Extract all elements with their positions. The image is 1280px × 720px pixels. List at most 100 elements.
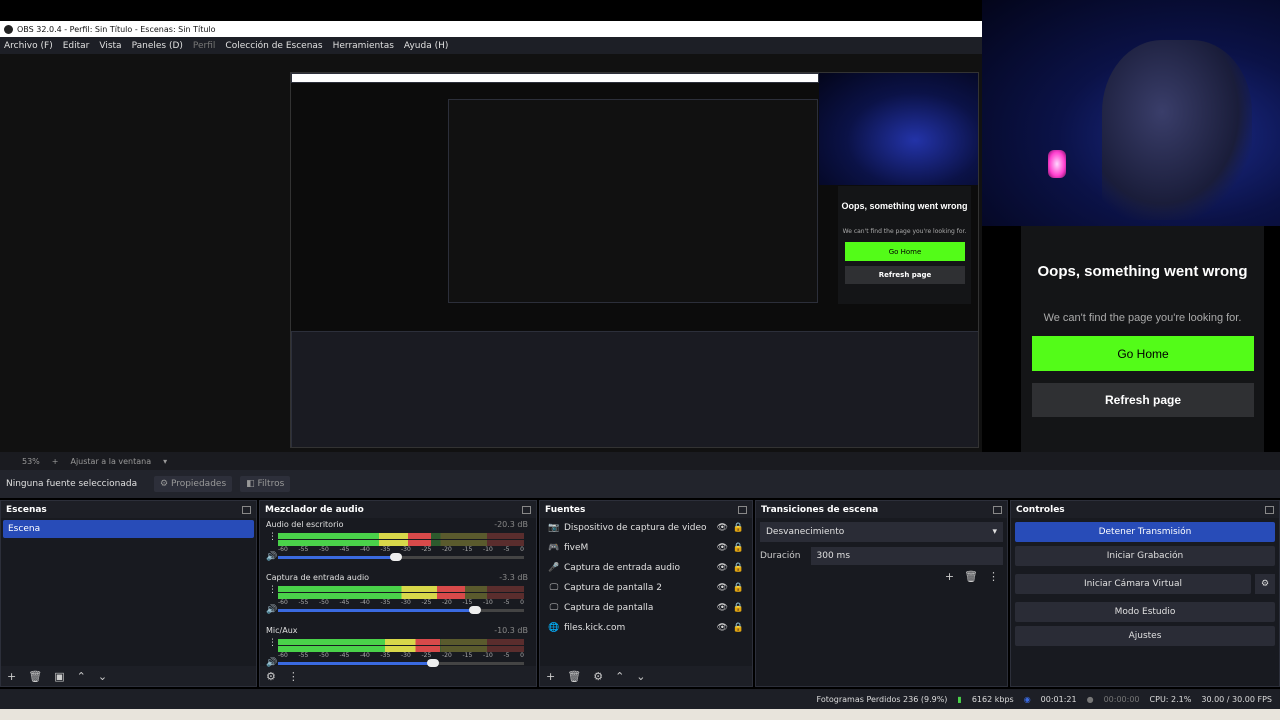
trash-icon[interactable]: 🗑 — [28, 670, 42, 683]
source-item[interactable]: 🖵 Captura de pantalla 👁 🔒 — [540, 598, 752, 618]
menu-editar[interactable]: Editar — [63, 41, 90, 51]
float-icon[interactable] — [522, 505, 531, 514]
add-icon[interactable]: + — [7, 670, 16, 683]
float-icon[interactable] — [242, 505, 251, 514]
controls-body: Detener Transmisión Iniciar Grabación In… — [1011, 518, 1279, 686]
tick-label: -30 — [401, 599, 411, 606]
source-item[interactable]: 🌐 files.kick.com 👁 🔒 — [540, 618, 752, 638]
speaker-icon[interactable]: 🔊 — [266, 605, 277, 615]
menu-archivo[interactable]: Archivo (F) — [4, 41, 53, 51]
menu-vista[interactable]: Vista — [99, 41, 121, 51]
nested-error-message: We can't find the page you're looking fo… — [842, 228, 967, 235]
filters-label: Filtros — [257, 479, 285, 489]
zoom-level[interactable]: 53% — [22, 457, 40, 466]
mixer-settings-icon[interactable]: ⚙ — [266, 670, 276, 683]
gear-icon[interactable]: ⚙ — [593, 670, 603, 683]
menu-bar: Archivo (F) Editar Vista Paneles (D) Per… — [0, 37, 982, 54]
trash-icon[interactable]: 🗑 — [567, 670, 581, 683]
channel-menu-icon[interactable]: ⋮ — [268, 585, 277, 595]
eye-icon[interactable]: 👁 — [717, 623, 728, 633]
start-virtual-camera-button[interactable]: Iniciar Cámara Virtual — [1015, 574, 1251, 594]
float-icon[interactable] — [738, 505, 747, 514]
scenes-toolbar: + 🗑 ▣ ⌃ ⌄ — [1, 666, 256, 686]
menu-perfil[interactable]: Perfil — [193, 41, 216, 51]
gear-icon[interactable]: ⚙ — [1255, 574, 1275, 594]
menu-ayuda[interactable]: Ayuda (H) — [404, 41, 448, 51]
tick-label: -50 — [319, 546, 329, 553]
mixer-menu-icon[interactable]: ⋮ — [288, 670, 299, 683]
menu-coleccion[interactable]: Colección de Escenas — [225, 41, 322, 51]
tick-label: -5 — [503, 546, 510, 553]
zoom-plus-icon[interactable]: + — [52, 457, 59, 466]
float-icon[interactable] — [1265, 505, 1274, 514]
eye-icon[interactable]: 👁 — [717, 583, 728, 593]
source-item[interactable]: 🎮 fiveM 👁 🔒 — [540, 538, 752, 558]
transitions-body: Desvanecimiento ▾ Duración 300 ms + 🗑 ⋮ — [756, 518, 1007, 686]
volume-slider[interactable] — [278, 553, 524, 561]
eye-icon[interactable]: 👁 — [717, 563, 728, 573]
volume-knob[interactable] — [390, 553, 403, 561]
source-item[interactable]: 🎤 Captura de entrada audio 👁 🔒 — [540, 558, 752, 578]
filter-icon[interactable]: ▣ — [54, 670, 64, 683]
tick-label: -10 — [483, 652, 493, 659]
stream-time: 00:01:21 — [1040, 694, 1077, 704]
add-icon[interactable]: + — [546, 670, 555, 683]
volume-slider[interactable] — [278, 606, 524, 614]
trash-icon[interactable]: 🗑 — [964, 570, 978, 583]
tick-label: -45 — [339, 599, 350, 606]
volume-fill — [278, 556, 397, 559]
eye-icon[interactable]: 👁 — [717, 543, 728, 553]
zoom-dropdown-icon[interactable]: ▾ — [163, 457, 167, 466]
filters-button[interactable]: ◧ Filtros — [240, 476, 291, 492]
lock-icon[interactable]: 🔒 — [733, 603, 744, 613]
start-recording-button[interactable]: Iniciar Grabación — [1015, 546, 1275, 566]
properties-button[interactable]: ⚙ Propiedades — [154, 476, 233, 492]
transition-toolbar: + 🗑 ⋮ — [945, 570, 999, 583]
add-icon[interactable]: + — [945, 570, 954, 583]
lock-icon[interactable]: 🔒 — [733, 523, 744, 533]
transition-selected: Desvanecimiento — [766, 527, 845, 537]
eye-icon[interactable]: 👁 — [717, 523, 728, 533]
source-name: Dispositivo de captura de video — [564, 523, 707, 533]
scene-item[interactable]: Escena — [3, 520, 254, 538]
level-fill — [278, 639, 441, 645]
channel-menu-icon[interactable]: ⋮ — [268, 532, 277, 542]
fps: 30.00 / 30.00 FPS — [1201, 694, 1272, 704]
up-icon[interactable]: ⌃ — [615, 670, 624, 683]
dropped-frames: Fotogramas Perdidos 236 (9.9%) — [816, 694, 948, 704]
source-item[interactable]: 🖵 Captura de pantalla 2 👁 🔒 — [540, 578, 752, 598]
volume-slider[interactable] — [278, 659, 524, 667]
up-icon[interactable]: ⌃ — [77, 670, 86, 683]
menu-paneles[interactable]: Paneles (D) — [132, 41, 183, 51]
eye-icon[interactable]: 👁 — [717, 603, 728, 613]
tick-label: -25 — [421, 599, 432, 606]
volume-fill — [278, 609, 475, 612]
channel-name: Captura de entrada audio — [266, 573, 370, 582]
fit-window-label[interactable]: Ajustar a la ventana — [70, 457, 151, 466]
tick-label: -45 — [339, 652, 350, 659]
menu-icon[interactable]: ⋮ — [988, 570, 999, 583]
lock-icon[interactable]: 🔒 — [733, 623, 744, 633]
down-icon[interactable]: ⌄ — [98, 670, 107, 683]
meter-ticks: -60 -55 -50 -45 -40 -35 -30 -25 -20 -15 -10 -5 0 — [278, 599, 524, 606]
volume-knob[interactable] — [468, 606, 481, 614]
tick-label: -60 — [278, 546, 288, 553]
studio-mode-button[interactable]: Modo Estudio — [1015, 602, 1275, 622]
cpu-usage: CPU: 2.1% — [1149, 694, 1192, 704]
down-icon[interactable]: ⌄ — [636, 670, 645, 683]
transition-select[interactable]: Desvanecimiento ▾ — [760, 522, 1003, 542]
channel-menu-icon[interactable]: ⋮ — [268, 638, 277, 648]
settings-button[interactable]: Ajustes — [1015, 626, 1275, 646]
float-icon[interactable] — [993, 505, 1002, 514]
go-home-button: Go Home — [1032, 336, 1254, 371]
stop-stream-button[interactable]: Detener Transmisión — [1015, 522, 1275, 542]
lock-icon[interactable]: 🔒 — [733, 583, 744, 593]
lock-icon[interactable]: 🔒 — [733, 543, 744, 553]
duration-input[interactable]: 300 ms — [810, 547, 1003, 565]
speaker-icon[interactable]: 🔊 — [266, 552, 277, 562]
tick-label: -10 — [483, 599, 493, 606]
source-item[interactable]: 📷 Dispositivo de captura de video 👁 🔒 — [540, 518, 752, 538]
monitor-icon: 🖵 — [549, 603, 559, 613]
lock-icon[interactable]: 🔒 — [733, 563, 744, 573]
menu-herramientas[interactable]: Herramientas — [333, 41, 394, 51]
